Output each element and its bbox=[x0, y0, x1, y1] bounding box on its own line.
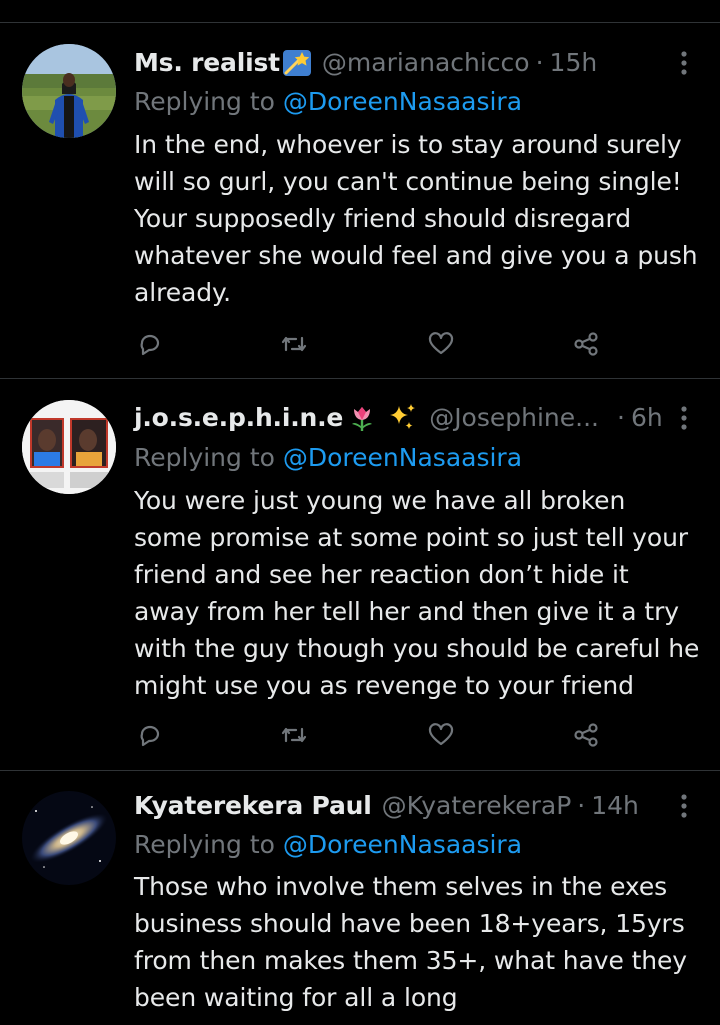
replying-prefix: Replying to bbox=[134, 443, 283, 472]
heart-icon bbox=[428, 332, 454, 355]
reply-button[interactable] bbox=[130, 326, 170, 362]
tweet-actions bbox=[134, 326, 614, 362]
tulip-sparkles-icon bbox=[347, 403, 419, 433]
tweet-header: Kyaterekera Paul @KyaterekeraP · 14h bbox=[134, 788, 700, 824]
mention-link[interactable]: @DoreenNasaasira bbox=[283, 87, 522, 116]
avatar[interactable] bbox=[22, 400, 116, 494]
avatar-photo-woman-field bbox=[22, 44, 116, 138]
user-handle[interactable]: @Josephine... bbox=[429, 400, 599, 436]
display-name[interactable]: Ms. realist bbox=[134, 45, 280, 81]
share-button[interactable] bbox=[566, 326, 606, 362]
more-options-icon[interactable] bbox=[672, 788, 696, 824]
tweet-text-line: with the guy though you should be carefu… bbox=[134, 634, 700, 663]
tweet-text-line: away from her tell her and then give it … bbox=[134, 597, 679, 626]
tweet-text-line: Those who involve them selves in the exe… bbox=[134, 872, 668, 901]
tweet-text: In the end, whoever is to stay around su… bbox=[134, 126, 702, 311]
tweet-text-line: might use you as revenge to your friend bbox=[134, 671, 634, 700]
tweet-text-line: In the end, whoever is to stay around su… bbox=[134, 130, 682, 159]
replying-to: Replying to @DoreenNasaasira bbox=[134, 827, 522, 863]
more-options-icon[interactable] bbox=[672, 400, 696, 436]
tweet-text-line: from then makes them 35+, what have they bbox=[134, 946, 688, 975]
display-name[interactable]: Kyaterekera Paul bbox=[134, 788, 372, 824]
tweet-header: Ms. realist @marianachicco · 15h bbox=[134, 45, 700, 81]
mention-link[interactable]: @DoreenNasaasira bbox=[283, 443, 522, 472]
tweet-divider bbox=[0, 770, 720, 771]
avatar[interactable] bbox=[22, 791, 116, 885]
avatar-photo-galaxy bbox=[22, 791, 116, 885]
timestamp[interactable]: 14h bbox=[591, 788, 639, 824]
separator-dot: · bbox=[535, 48, 544, 77]
tweet-text-line: been waiting for all a long bbox=[134, 983, 458, 1012]
timestamp[interactable]: 15h bbox=[550, 45, 598, 81]
more-options-icon[interactable] bbox=[672, 45, 696, 81]
user-handle[interactable]: @marianachicco bbox=[322, 45, 530, 81]
avatar-photo-collage bbox=[22, 400, 116, 494]
tweet-text-line: already. bbox=[134, 278, 231, 307]
reply-icon bbox=[140, 725, 160, 747]
heart-icon bbox=[428, 723, 454, 746]
tweet-header: j.o.s.e.p.h.i.n.e @Josephine... · 6h bbox=[134, 400, 700, 436]
tweet-text-line: some promise at some point so just tell … bbox=[134, 523, 688, 552]
tweet-text: Those who involve them selves in the exe… bbox=[134, 868, 702, 1016]
separator-dot: · bbox=[617, 403, 625, 432]
replying-to: Replying to @DoreenNasaasira bbox=[134, 440, 522, 476]
replying-prefix: Replying to bbox=[134, 830, 283, 859]
retweet-button[interactable] bbox=[274, 717, 314, 753]
top-divider bbox=[0, 22, 720, 23]
tweet-text-line: friend and see her reaction don’t hide i… bbox=[134, 560, 629, 589]
like-button[interactable] bbox=[421, 326, 461, 362]
tweet-text-line: business should have been 18+years, 15yr… bbox=[134, 909, 685, 938]
retweet-icon bbox=[281, 336, 307, 352]
share-icon bbox=[574, 723, 598, 747]
separator-dot: · bbox=[577, 791, 586, 820]
replying-prefix: Replying to bbox=[134, 87, 283, 116]
like-button[interactable] bbox=[421, 717, 461, 753]
avatar[interactable] bbox=[22, 44, 116, 138]
mention-link[interactable]: @DoreenNasaasira bbox=[283, 830, 522, 859]
tweet-text-line: whatever she would feel and give you a p… bbox=[134, 241, 698, 270]
tweet-text-line: You were just young we have all broken bbox=[134, 486, 626, 515]
share-button[interactable] bbox=[566, 717, 606, 753]
timestamp[interactable]: 6h bbox=[631, 400, 663, 436]
shooting-star-icon bbox=[282, 49, 312, 77]
retweet-icon bbox=[281, 727, 307, 743]
tweet-actions bbox=[134, 717, 614, 753]
tweet-text: You were just young we have all broken s… bbox=[134, 482, 702, 704]
tweet-text-line: Your supposedly friend should disregard bbox=[134, 204, 631, 233]
replying-to: Replying to @DoreenNasaasira bbox=[134, 84, 522, 120]
tweet-divider bbox=[0, 378, 720, 379]
display-name[interactable]: j.o.s.e.p.h.i.n.e bbox=[134, 400, 343, 436]
reply-icon bbox=[140, 334, 160, 356]
reply-button[interactable] bbox=[130, 717, 170, 753]
share-icon bbox=[574, 332, 598, 356]
tweet-text-line: will so gurl, you can't continue being s… bbox=[134, 167, 682, 196]
retweet-button[interactable] bbox=[274, 326, 314, 362]
user-handle[interactable]: @KyaterekeraP bbox=[382, 788, 572, 824]
